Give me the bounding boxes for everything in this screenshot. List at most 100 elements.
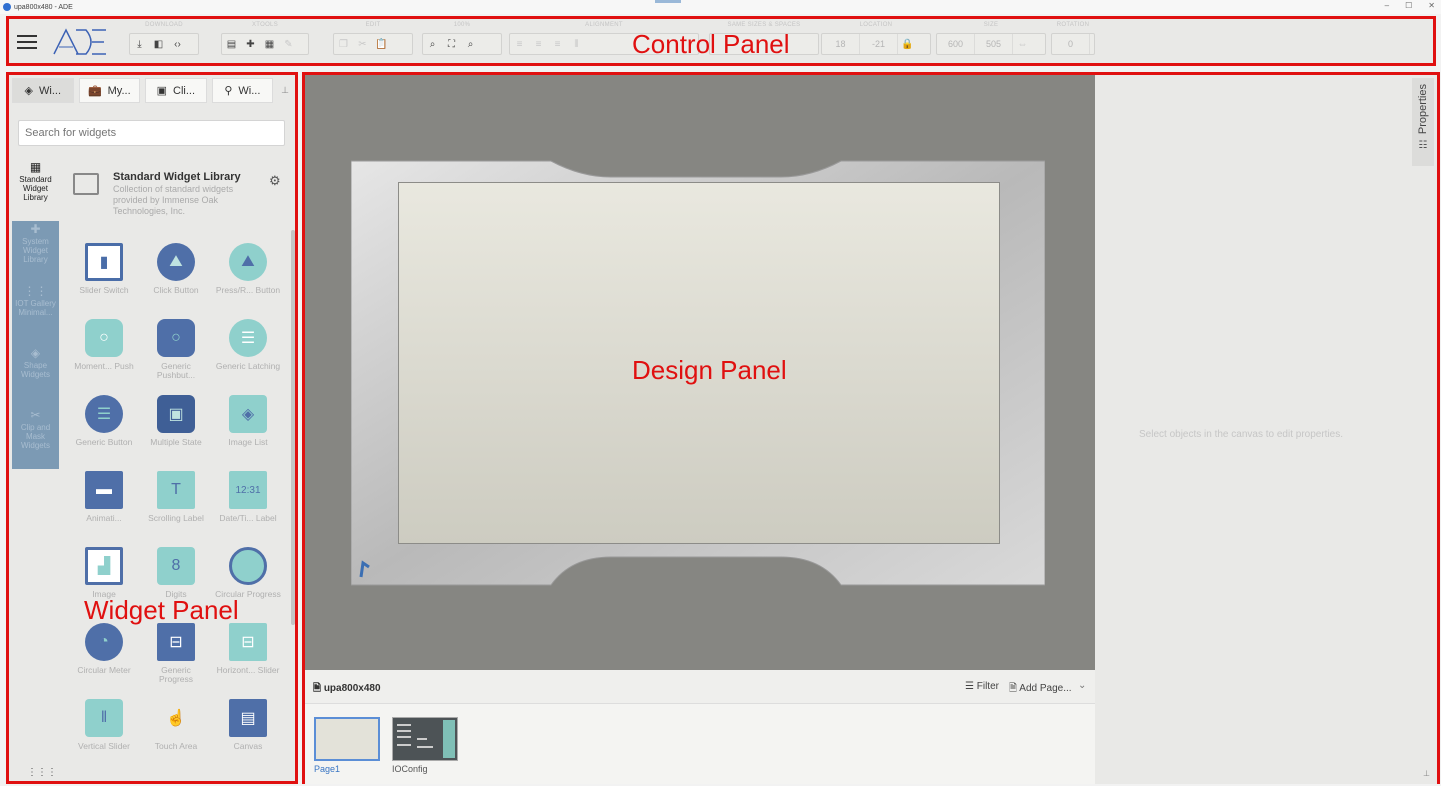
tab-clipart[interactable]: ▣ Cli... — [145, 78, 207, 103]
maximize-button[interactable]: ☐ — [1405, 1, 1412, 10]
widget-tile[interactable]: ⛰ Click Button — [143, 243, 209, 315]
code-icon[interactable]: ‹› — [168, 34, 187, 54]
zoom-group: 100% ⌕ ⛶ ⌕ — [422, 22, 502, 62]
widget-tile[interactable]: ○ Generic Pushbut... — [143, 319, 209, 391]
download-group: DOWNLOAD ⤓ ◧ ‹› — [129, 22, 199, 62]
page-thumbnail-ioconfig[interactable] — [392, 717, 458, 761]
widget-tile[interactable]: ⊟ Generic Progress — [143, 623, 209, 695]
align-center-icon[interactable]: ≡ — [529, 34, 548, 54]
properties-panel: Select objects in the canvas to edit pro… — [1095, 75, 1437, 784]
title-bar: upa800x480 - ADE – ☐ ✕ — [0, 0, 1441, 14]
size-height-field[interactable]: 505 — [975, 34, 1013, 54]
download-icon[interactable]: ⤓ — [130, 34, 149, 54]
widget-tile-icon: ‖ — [85, 699, 123, 737]
widget-tile-icon: T — [157, 471, 195, 509]
widget-tile[interactable]: ◔ Circular Meter — [71, 623, 137, 695]
page-thumbnail-page1[interactable] — [314, 717, 380, 761]
layers-icon: ◈ — [30, 346, 41, 360]
widget-tile-icon: ⛰ — [229, 243, 267, 281]
layers-icon: ◈ — [24, 85, 33, 97]
zoom-in-icon[interactable]: ⌕ — [461, 34, 480, 54]
page-label-page1: Page1 — [314, 764, 341, 774]
widget-tile[interactable]: ☰ Generic Button — [71, 395, 137, 467]
widget-tile-icon: ☰ — [85, 395, 123, 433]
align-top-icon[interactable]: ⦀ — [567, 34, 586, 54]
widget-panel-annotation: Widget Panel — [84, 595, 239, 625]
widget-tile[interactable]: ⊟ Horizont... Slider — [215, 623, 281, 695]
widget-tile[interactable]: ▮ Slider Switch — [71, 243, 137, 315]
search-input[interactable] — [18, 120, 285, 146]
widget-tile[interactable]: ☰ Generic Latching — [215, 319, 281, 391]
widget-tile[interactable]: ◈ Image List — [215, 395, 281, 467]
widget-tile-label: Press/R... Button — [215, 285, 281, 295]
location-x-field[interactable]: 18 — [822, 34, 860, 54]
close-button[interactable]: ✕ — [1428, 1, 1435, 10]
wrench-icon[interactable]: ✎ — [279, 34, 298, 54]
align-right-icon[interactable]: ≡ — [548, 34, 567, 54]
cut-icon[interactable]: ✂ — [353, 34, 372, 54]
fit-icon[interactable]: ⛶ — [442, 34, 461, 54]
widget-tile-icon: ◈ — [229, 395, 267, 433]
category-standard[interactable]: ▦ Standard Widget Library — [12, 159, 59, 221]
design-panel: Design Panel 🗎 upa800x480 ☰ Filter 🗎 Add… — [302, 72, 1440, 784]
link-icon[interactable]: ⇔ — [1013, 34, 1032, 54]
deploy-icon[interactable]: ◧ — [149, 34, 168, 54]
widget-tile[interactable]: ▤ Canvas — [215, 699, 281, 771]
widget-tile[interactable]: ▣ Multiple State — [143, 395, 209, 467]
puzzle-icon: ✚ — [30, 222, 41, 236]
apps-icon[interactable]: ⋮⋮⋮ — [27, 767, 57, 778]
menu-icon[interactable] — [17, 35, 37, 49]
widget-tile[interactable]: 12:31 Date/Ti... Label — [215, 471, 281, 543]
widget-tile[interactable]: ‖ Vertical Slider — [71, 699, 137, 771]
widget-tile[interactable]: ⛰ Press/R... Button — [215, 243, 281, 315]
category-shape[interactable]: ◈ Shape Widgets — [12, 345, 59, 407]
tab-wi[interactable]: ⚲ Wi... — [211, 78, 274, 103]
tab-my[interactable]: 💼 My... — [78, 78, 141, 103]
size-group: SIZE 600 505 ⇔ — [936, 22, 1046, 62]
category-iot[interactable]: ⋮⋮ IOT Gallery Minimal... — [12, 283, 59, 345]
align-left-icon[interactable]: ≡ — [510, 34, 529, 54]
widget-tile-icon: ▤ — [229, 699, 267, 737]
widget-tile-label: Click Button — [153, 285, 199, 295]
design-canvas[interactable]: Design Panel — [305, 75, 1095, 670]
pin-icon[interactable]: ⊥ — [1423, 769, 1430, 778]
grid-icon: ⋮⋮ — [23, 284, 48, 298]
widget-tile-icon: ◔ — [85, 623, 123, 661]
zoom-out-icon[interactable]: ⌕ — [423, 34, 442, 54]
widget-tile[interactable]: ☝ Touch Area — [143, 699, 209, 771]
control-panel: DOWNLOAD ⤓ ◧ ‹› XTOOLS ▤ ✚ ▦ ✎ EDIT ❐ ✂ … — [6, 16, 1436, 66]
widget-tile[interactable]: ○ Moment... Push — [71, 319, 137, 391]
category-clip-mask[interactable]: ✂ Clip and Mask Widgets — [12, 407, 59, 469]
widget-tile[interactable]: ▬ Animati... — [71, 471, 137, 543]
pin-icon[interactable]: ⊥ — [278, 78, 292, 103]
location-y-field[interactable]: -21 — [860, 34, 898, 54]
paste-icon[interactable]: 📋 — [372, 34, 391, 54]
page-label-ioconfig: IOConfig — [392, 764, 428, 774]
widget-tile-label: Canvas — [233, 741, 263, 751]
add-page-button[interactable]: 🗎 Add Page... — [1009, 681, 1072, 698]
widget-tile-label: Animati... — [86, 513, 122, 523]
project-name: 🗎 upa800x480 — [313, 683, 381, 694]
widget-tile-label: Circular Meter — [77, 665, 131, 675]
minimize-button[interactable]: – — [1385, 1, 1389, 10]
copy-icon[interactable]: ❐ — [334, 34, 353, 54]
tab-widgets[interactable]: ◈ Wi... — [12, 78, 74, 103]
widget-scrollbar[interactable] — [291, 230, 295, 625]
size-width-field[interactable]: 600 — [937, 34, 975, 54]
widgets-icon[interactable]: ▤ — [222, 34, 241, 54]
properties-hint: Select objects in the canvas to edit pro… — [1139, 429, 1344, 440]
chevron-down-icon[interactable]: ⌄ — [1078, 680, 1086, 691]
filter-button[interactable]: ☰ Filter — [965, 681, 999, 692]
properties-tab[interactable]: Properties ☷ — [1412, 78, 1434, 166]
widget-tile-label: Scrolling Label — [148, 513, 204, 523]
lock-icon[interactable]: 🔒 — [898, 34, 917, 54]
rotation-field[interactable]: 0 — [1052, 34, 1090, 54]
grid-icon[interactable]: ▦ — [260, 34, 279, 54]
widget-tile[interactable]: T Scrolling Label — [143, 471, 209, 543]
briefcase-icon: 💼 — [87, 85, 102, 97]
widget-panel: ◈Wi... 💼My... ▣Cli... ⚲Wi... ⊥ ▦Standard… — [6, 72, 298, 784]
gear-icon[interactable]: ⚙ — [269, 173, 281, 189]
plugin-icon[interactable]: ✚ — [241, 34, 260, 54]
widget-tile-label: Vertical Slider — [78, 741, 130, 751]
category-system[interactable]: ✚ System Widget Library — [12, 221, 59, 283]
